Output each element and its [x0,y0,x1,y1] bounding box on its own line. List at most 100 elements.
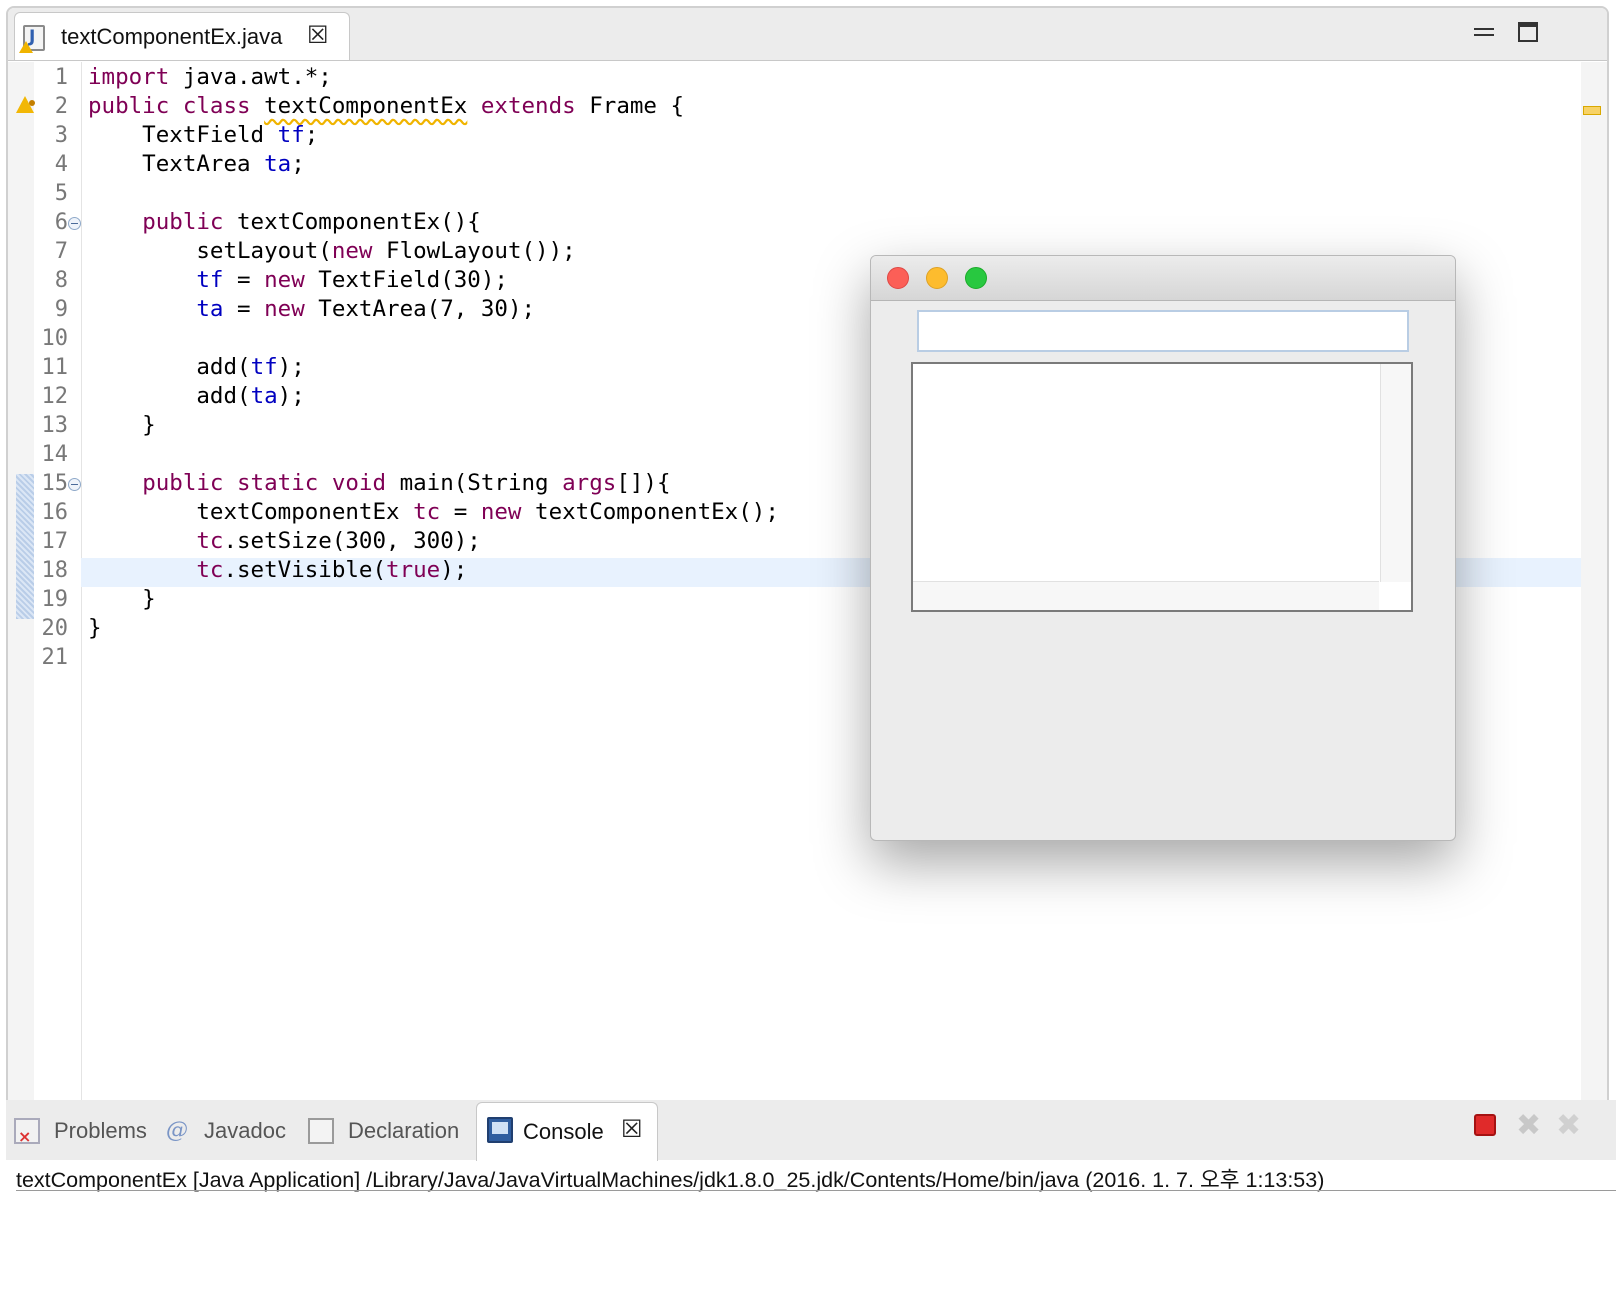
tab-javadoc[interactable]: @ Javadoc [164,1116,294,1146]
close-tab-icon[interactable]: ☒ [621,1115,643,1144]
editor-tab[interactable]: textComponentEx.java ☒ [14,12,350,60]
code-token: textComponentEx(){ [223,209,481,235]
awt-text-field[interactable] [917,310,1409,352]
horizontal-scrollbar[interactable] [913,581,1379,610]
awt-frame-window[interactable] [870,255,1456,841]
code-token: .setVisible( [223,557,387,583]
zoom-window-button[interactable] [965,267,987,289]
close-window-button[interactable] [887,267,909,289]
line-number: 7 [54,239,68,264]
code-keyword: new [264,267,305,293]
code-token: textComponentEx(); [521,499,779,525]
code-token: java.awt.*; [169,64,332,90]
console-icon [487,1117,513,1143]
code-line: import java.awt.*; [88,63,332,92]
code-token: Frame { [575,93,685,119]
fold-collapse-icon[interactable] [68,217,81,230]
console-divider [16,1190,1616,1191]
line-number: 4 [54,152,68,177]
line-number: 11 [41,355,69,380]
code-token: TextArea [88,151,265,177]
code-keyword: class [182,93,251,119]
tab-declaration[interactable]: Declaration [308,1116,468,1146]
code-keyword: tc [196,557,224,583]
line-number: 6 [54,210,68,235]
vertical-scrollbar[interactable] [1380,364,1411,582]
declaration-icon [308,1118,334,1144]
code-line: ta = new TextArea(7, 30); [88,295,535,324]
code-token: setLayout( [88,238,332,264]
code-token: TextArea(7, 30); [304,296,536,322]
code-field: ta [196,296,224,322]
tab-label: Javadoc [204,1118,286,1143]
code-field: tf [250,354,278,380]
code-keyword: new [480,499,522,525]
code-line: public static void main(String args[]){ [88,469,671,498]
code-field: tf [196,267,224,293]
code-token: = [440,499,481,525]
line-number: 8 [54,268,68,293]
line-number: 14 [41,442,69,467]
problems-icon [14,1118,40,1146]
code-line: setLayout(new FlowLayout()); [88,237,575,266]
line-number: 2 [54,94,68,119]
code-field: ta [250,383,278,409]
minimize-icon[interactable] [1474,28,1494,36]
code-keyword: public [142,209,224,235]
code-keyword: void [331,470,387,496]
tab-problems[interactable]: Problems [14,1116,154,1146]
code-line: add(tf); [88,353,305,382]
maximize-icon[interactable] [1518,22,1538,42]
code-line: public textComponentEx(){ [88,208,481,237]
line-number: 16 [41,500,69,525]
tab-label: Problems [54,1118,147,1143]
code-token: textComponentEx [88,499,414,525]
warning-icon[interactable] [16,96,35,113]
line-number: 9 [54,297,68,322]
line-number: 20 [41,616,69,641]
code-keyword: args [562,470,617,496]
code-token: TextField [88,122,278,148]
code-token: []){ [616,470,671,496]
close-tab-icon[interactable]: ☒ [307,21,329,51]
line-number: 1 [54,65,68,90]
code-keyword: public [142,470,224,496]
line-number: 13 [41,413,69,438]
code-token: .setSize(300, 300); [223,528,481,554]
code-line: public class textComponentEx extends Fra… [88,92,684,121]
code-line: } [88,411,156,440]
quick-diff-change-bar [16,474,34,619]
window-title-bar[interactable] [871,256,1455,301]
awt-text-area[interactable] [911,362,1413,612]
code-keyword: extends [480,93,576,119]
line-number: 12 [41,384,69,409]
code-line: add(ta); [88,382,304,411]
code-keyword: static [237,470,319,496]
code-token: } [88,586,156,612]
remove-launch-icon[interactable]: ✖ [1516,1108,1541,1143]
code-keyword: tc [413,499,441,525]
code-token: add( [88,383,251,409]
editor-tab-bar: textComponentEx.java ☒ [8,8,1607,61]
tab-label: Declaration [348,1118,460,1143]
fold-collapse-icon[interactable] [68,478,81,491]
code-token: = [223,267,265,293]
code-line: tf = new TextField(30); [88,266,508,295]
remove-all-terminated-icon[interactable]: ✖ [1556,1108,1581,1143]
code-line: } [88,585,156,614]
code-token: ; [304,122,319,148]
code-token: ); [277,354,305,380]
overview-ruler[interactable] [1581,62,1607,1122]
javadoc-icon: @ [166,1118,188,1143]
line-number: 5 [54,181,68,206]
minimize-window-button[interactable] [926,267,948,289]
warning-overview-marker[interactable] [1583,106,1601,115]
terminate-icon[interactable] [1474,1114,1496,1136]
code-line: TextField tf; [88,121,318,150]
tab-console[interactable]: Console ☒ [476,1102,658,1161]
line-number: 19 [41,587,69,612]
